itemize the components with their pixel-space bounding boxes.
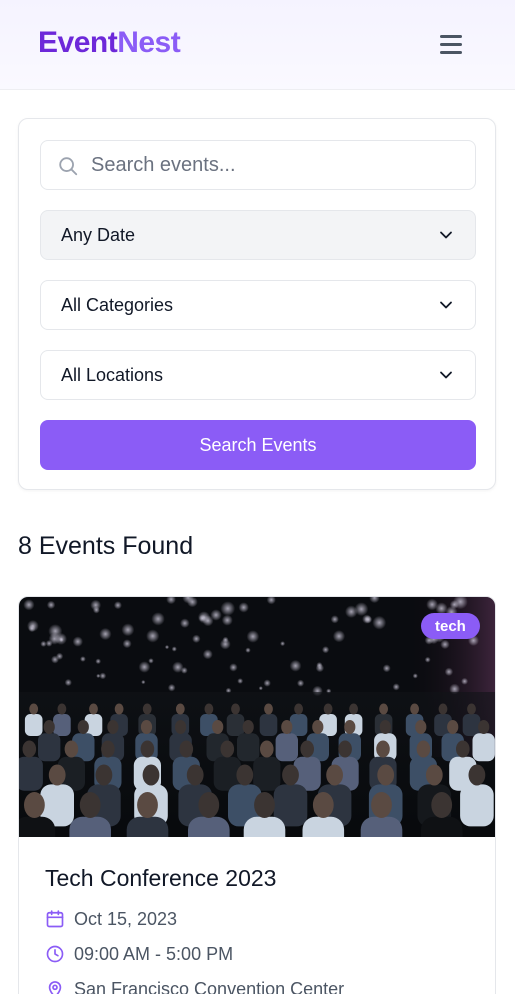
date-filter-select[interactable]: Any Date bbox=[40, 210, 476, 260]
event-title[interactable]: Tech Conference 2023 bbox=[45, 865, 276, 892]
event-card[interactable]: tech Tech Conference 2023 Oct 15, 2023 0… bbox=[18, 596, 496, 994]
category-tag[interactable]: tech bbox=[421, 613, 480, 639]
event-location: San Francisco Convention Center bbox=[45, 977, 344, 994]
site-header: EventNest bbox=[0, 0, 515, 90]
chevron-down-icon bbox=[440, 301, 452, 309]
chevron-down-icon bbox=[440, 231, 452, 239]
event-date: Oct 15, 2023 bbox=[45, 907, 177, 931]
hamburger-menu-icon[interactable] bbox=[436, 30, 466, 58]
map-pin-icon bbox=[48, 981, 62, 994]
event-time: 09:00 AM - 5:00 PM bbox=[45, 942, 233, 966]
category-filter-label: All Categories bbox=[61, 295, 174, 315]
search-input[interactable] bbox=[91, 141, 461, 189]
date-filter-label: Any Date bbox=[61, 225, 136, 245]
location-filter-label: All Locations bbox=[61, 365, 164, 385]
category-filter-select[interactable]: All Categories bbox=[40, 280, 476, 330]
search-icon bbox=[59, 157, 78, 176]
search-field[interactable] bbox=[40, 140, 476, 190]
event-date-text: Oct 15, 2023 bbox=[74, 908, 178, 929]
logo-part-nest: Nest bbox=[117, 26, 181, 59]
search-events-button[interactable]: Search Events bbox=[40, 420, 476, 470]
results-count-heading: 8 Events Found bbox=[18, 532, 194, 560]
chevron-down-icon bbox=[440, 371, 452, 379]
event-location-text: San Francisco Convention Center bbox=[74, 978, 345, 994]
location-filter-select[interactable]: All Locations bbox=[40, 350, 476, 400]
search-panel: Any Date All Categories All Locations Se… bbox=[18, 118, 496, 490]
logo-part-event: Event bbox=[38, 26, 118, 59]
logo[interactable]: EventNest bbox=[38, 26, 181, 60]
event-time-text: 09:00 AM - 5:00 PM bbox=[74, 943, 234, 964]
clock-icon bbox=[46, 945, 64, 963]
calendar-icon bbox=[46, 910, 64, 928]
